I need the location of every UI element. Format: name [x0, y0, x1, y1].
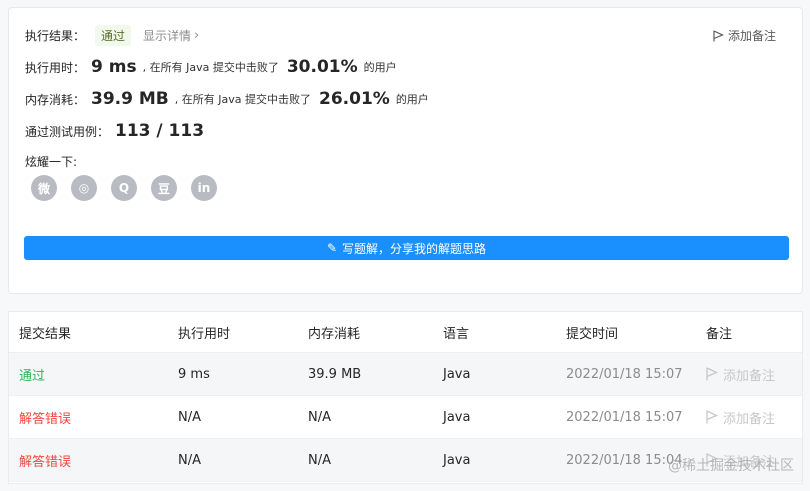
pencil-icon: ✎: [326, 241, 338, 255]
tests-label: 通过测试用例：: [25, 124, 110, 139]
memory-value: 39.9 MB: [91, 89, 169, 109]
status-badge: 通过: [95, 25, 132, 46]
header-note: 备注: [706, 326, 733, 342]
row-language: Java: [443, 366, 471, 382]
flag-icon: [713, 29, 724, 41]
chevron-right-icon: ›: [194, 28, 200, 43]
row-status[interactable]: 解答错误: [19, 408, 71, 427]
header-runtime: 执行用时: [178, 326, 231, 342]
row-add-note-label: 添加备注: [723, 368, 776, 384]
tests-value: 113 / 113: [115, 121, 205, 141]
row-time: 2022/01/18 15:07: [566, 409, 683, 425]
wechat-icon[interactable]: 微: [31, 175, 57, 201]
row-runtime: N/A: [178, 409, 201, 425]
row-runtime: N/A: [178, 452, 201, 468]
show-details-link[interactable]: 显示详情 ›: [143, 27, 199, 44]
qq-icon[interactable]: Q: [111, 175, 137, 201]
flag-icon: [706, 410, 718, 424]
write-solution-label: 写题解，分享我的解题思路: [342, 241, 487, 256]
row-language: Java: [443, 409, 471, 425]
watermark: @稀土掘金技术社区: [668, 458, 794, 474]
runtime-label: 执行用时：: [25, 60, 86, 75]
row-language: Java: [443, 452, 471, 468]
row-memory: N/A: [308, 409, 331, 425]
table-row[interactable]: 通过 9 ms 39.9 MB Java 2022/01/18 15:07 添加…: [9, 353, 802, 396]
share-row: 炫耀一下:: [25, 153, 77, 170]
memory-text: , 在所有 Java 提交中击败了: [174, 93, 311, 106]
add-note-label: 添加备注: [727, 29, 776, 43]
flag-icon: [706, 367, 718, 381]
row-add-note-label: 添加备注: [723, 411, 776, 427]
runtime-value: 9 ms: [91, 57, 137, 77]
header-language: 语言: [443, 326, 470, 342]
show-details-label: 显示详情: [143, 29, 192, 43]
memory-row: 内存消耗： 39.9 MB , 在所有 Java 提交中击败了 26.01% 的…: [25, 89, 429, 109]
write-solution-button[interactable]: ✎ 写题解，分享我的解题思路: [24, 236, 789, 260]
share-label: 炫耀一下:: [25, 155, 78, 169]
row-time: 2022/01/18 15:07: [566, 366, 683, 382]
table-row[interactable]: 解答错误 N/A N/A Java 2022/01/18 15:07 添加备注: [9, 396, 802, 439]
table-header: 提交结果 执行用时 内存消耗 语言 提交时间 备注: [9, 312, 802, 353]
header-memory: 内存消耗: [308, 326, 361, 342]
row-memory: N/A: [308, 452, 331, 468]
runtime-text: , 在所有 Java 提交中击败了: [142, 61, 279, 74]
row-time: 2022/01/18 15:04: [566, 452, 683, 468]
row-add-note-button[interactable]: 添加备注: [706, 408, 775, 427]
header-time: 提交时间: [566, 326, 619, 342]
weibo-icon[interactable]: ◎: [71, 175, 97, 201]
row-add-note-button[interactable]: 添加备注: [706, 365, 775, 384]
runtime-users: 的用户: [363, 61, 397, 74]
douban-icon[interactable]: 豆: [151, 175, 177, 201]
status-row: 执行结果： 通过 显示详情 ›: [25, 25, 199, 46]
header-status: 提交结果: [19, 326, 72, 342]
memory-users: 的用户: [395, 93, 429, 106]
row-memory: 39.9 MB: [308, 366, 362, 382]
share-icons: 微 ◎ Q 豆 in: [31, 175, 231, 201]
row-status[interactable]: 通过: [19, 365, 45, 384]
memory-percent: 26.01%: [319, 89, 390, 109]
memory-label: 内存消耗：: [25, 92, 86, 107]
tests-row: 通过测试用例： 113 / 113: [25, 121, 210, 141]
row-status[interactable]: 解答错误: [19, 451, 71, 470]
runtime-row: 执行用时： 9 ms , 在所有 Java 提交中击败了 30.01% 的用户: [25, 57, 397, 77]
runtime-percent: 30.01%: [286, 57, 358, 77]
linkedin-icon[interactable]: in: [191, 175, 217, 201]
row-runtime: 9 ms: [178, 366, 210, 382]
add-note-button[interactable]: 添加备注: [713, 27, 776, 44]
status-label: 执行结果：: [25, 29, 86, 43]
result-panel: 执行结果： 通过 显示详情 › 添加备注 执行用时： 9 ms , 在所有 Ja…: [8, 7, 803, 294]
